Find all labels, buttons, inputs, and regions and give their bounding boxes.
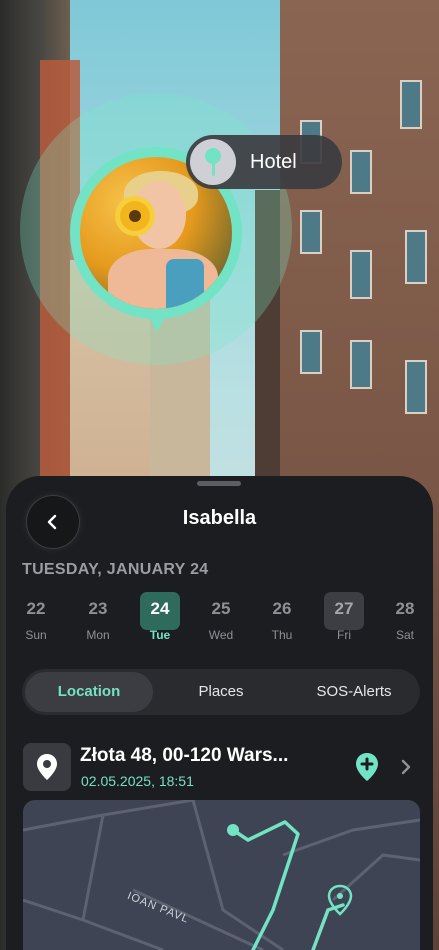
- day-item[interactable]: 28 Sat: [385, 590, 425, 652]
- day-weekday: Sat: [395, 628, 414, 642]
- day-item[interactable]: 26 Thu: [262, 590, 302, 652]
- day-weekday: Tue: [149, 628, 171, 642]
- day-number: 27: [334, 599, 354, 618]
- location-pin-icon: [190, 139, 236, 185]
- add-location-icon: [356, 753, 378, 781]
- window: [405, 360, 427, 414]
- day-item[interactable]: 22 Sun: [16, 590, 56, 652]
- chevron-right-icon: [401, 759, 411, 775]
- day-picker: 22 Sun 23 Mon 24 Tue 25 Wed 26 Thu 27 Fr…: [14, 590, 425, 652]
- add-location-button[interactable]: [354, 752, 380, 786]
- day-item-highlighted[interactable]: 27 Fri: [324, 590, 364, 652]
- window: [350, 340, 372, 389]
- day-weekday: Fri: [337, 628, 351, 642]
- sheet-drag-handle[interactable]: [197, 481, 241, 486]
- day-number: 24: [150, 599, 170, 618]
- day-item-selected[interactable]: 24 Tue: [140, 590, 180, 652]
- sunflower: [120, 201, 150, 231]
- day-weekday: Mon: [86, 628, 110, 642]
- day-number: 22: [26, 599, 46, 618]
- day-number: 23: [88, 599, 108, 618]
- place-tag-label: Hotel: [250, 150, 297, 173]
- day-number: 26: [272, 599, 292, 618]
- day-weekday: Thu: [271, 628, 293, 642]
- window: [405, 230, 427, 284]
- day-item[interactable]: 23 Mon: [78, 590, 118, 652]
- location-pin-icon: [23, 743, 71, 791]
- tab-places[interactable]: Places: [160, 672, 282, 712]
- location-details-button[interactable]: [399, 758, 413, 780]
- place-tag[interactable]: Hotel: [186, 135, 342, 189]
- day-number: 28: [395, 599, 415, 618]
- date-label: TUESDAY, JANUARY 24: [22, 561, 209, 578]
- day-number: 25: [211, 599, 231, 618]
- tab-sos-alerts[interactable]: SOS-Alerts: [290, 672, 418, 712]
- location-timestamp: 02.05.2025, 18:51: [81, 773, 194, 789]
- avatar-top: [166, 259, 204, 309]
- map-view[interactable]: IOAN PAVL: [23, 800, 420, 950]
- tab-bar: Location Places SOS-Alerts: [22, 669, 420, 715]
- window: [300, 210, 322, 254]
- page-title: Isabella: [182, 507, 257, 529]
- window: [400, 80, 422, 129]
- day-item[interactable]: 25 Wed: [201, 590, 241, 652]
- map-roads: [23, 800, 420, 950]
- window: [350, 250, 372, 299]
- window: [300, 330, 322, 374]
- location-address: Złota 48, 00-120 Wars...: [80, 745, 289, 766]
- tab-location[interactable]: Location: [25, 672, 153, 712]
- day-weekday: Sun: [25, 628, 47, 642]
- window: [350, 150, 372, 194]
- day-weekday: Wed: [208, 628, 234, 642]
